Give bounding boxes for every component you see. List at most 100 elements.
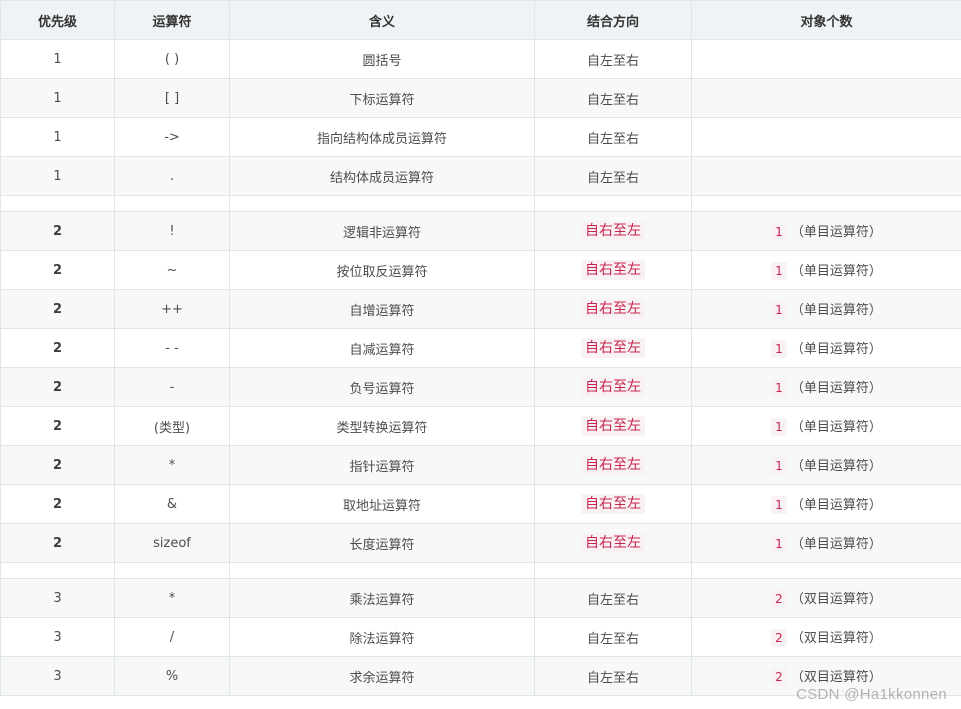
priority-cell: 1 [0, 78, 115, 118]
direction-text: 自右至左 [581, 221, 645, 241]
operand-count-number: 1 [771, 496, 787, 514]
direction-cell: 自左至右 [534, 617, 692, 657]
operator-cell: ++ [114, 289, 230, 329]
operand-count-number: 2 [771, 668, 787, 686]
meaning-cell: 自增运算符 [229, 289, 535, 329]
operand-count-label: （双目运算符） [790, 592, 882, 607]
direction-text: 自右至左 [581, 533, 645, 553]
operator-cell: - - [114, 328, 230, 368]
meaning-cell: 负号运算符 [229, 367, 535, 407]
priority-cell: 2 [0, 406, 115, 446]
priority-cell: 2 [0, 289, 115, 329]
operand-count-cell: 1 （单目运算符） [691, 523, 961, 563]
operand-count-label: （双目运算符） [790, 631, 882, 646]
direction-text: 自右至左 [581, 416, 645, 436]
operand-count-cell [691, 156, 961, 196]
table-row: 2! 逻辑非运算符 自右至左 1 （单目运算符） [0, 211, 961, 251]
header-meaning: 含义 [229, 0, 535, 40]
operand-count-cell: 2 （双目运算符） [691, 617, 961, 657]
table-row: 2- 负号运算符 自右至左 1 （单目运算符） [0, 367, 961, 407]
priority-cell: 2 [0, 367, 115, 407]
direction-cell: 自左至右 [534, 656, 692, 696]
direction-cell: 自左至右 [534, 578, 692, 618]
operand-count-cell: 1 （单目运算符） [691, 484, 961, 524]
operand-count-label: （单目运算符） [790, 420, 882, 435]
priority-cell: 1 [0, 117, 115, 157]
operand-count-cell: 1 （单目运算符） [691, 289, 961, 329]
operator-cell: -> [114, 117, 230, 157]
direction-text: 自左至右 [586, 170, 639, 186]
priority-cell: 3 [0, 617, 115, 657]
table-row: 2 ~ 按位取反运算符 自右至左 1 （单目运算符） [0, 250, 961, 290]
operand-count-label: （单目运算符） [790, 381, 882, 396]
meaning-cell: 求余运算符 [229, 656, 535, 696]
direction-text: 自右至左 [581, 377, 645, 397]
operand-count-number: 2 [771, 590, 787, 608]
priority-cell: 3 [0, 656, 115, 696]
direction-cell: 自左至右 [534, 78, 692, 118]
direction-text: 自左至右 [586, 592, 639, 608]
header-row: 优先级 运算符 含义 结合方向 对象个数 [0, 0, 961, 40]
direction-cell: 自左至右 [534, 39, 692, 79]
meaning-cell: 下标运算符 [229, 78, 535, 118]
priority-cell: 2 [0, 523, 115, 563]
header-operator: 运算符 [114, 0, 230, 40]
meaning-cell: 长度运算符 [229, 523, 535, 563]
operator-cell: sizeof [114, 523, 230, 563]
operator-cell: & [114, 484, 230, 524]
operator-cell: (类型) [114, 406, 230, 446]
operator-precedence-table: 优先级 运算符 含义 结合方向 对象个数 1( ) 圆括号 自左至右 1[ ] 下标运算… [0, 0, 961, 696]
operand-count-label: （单目运算符） [790, 459, 882, 474]
operator-cell: . [114, 156, 230, 196]
header-operand-count: 对象个数 [691, 0, 961, 40]
operand-count-label: （单目运算符） [790, 303, 882, 318]
operand-count-label: （单目运算符） [790, 225, 882, 240]
spacer-cell [114, 195, 230, 212]
operand-count-cell [691, 117, 961, 157]
operand-count-number: 1 [771, 379, 787, 397]
table-header: 优先级 运算符 含义 结合方向 对象个数 [0, 0, 961, 40]
spacer-cell [0, 562, 115, 579]
spacer-cell [0, 195, 115, 212]
direction-cell: 自右至左 [534, 523, 692, 563]
meaning-cell: 除法运算符 [229, 617, 535, 657]
table-row: 3/除法运算符 自左至右 2 （双目运算符） [0, 617, 961, 657]
operand-count-cell: 2 （双目运算符） [691, 578, 961, 618]
direction-text: 自右至左 [581, 338, 645, 358]
spacer-cell [691, 195, 961, 212]
operand-count-cell: 1 （单目运算符） [691, 445, 961, 485]
operand-count-number: 1 [771, 340, 787, 358]
meaning-cell: 结构体成员运算符 [229, 156, 535, 196]
operator-cell: ( ) [114, 39, 230, 79]
meaning-cell: 圆括号 [229, 39, 535, 79]
spacer-row [0, 195, 961, 212]
header-direction: 结合方向 [534, 0, 692, 40]
operand-count-number: 1 [771, 418, 787, 436]
direction-cell: 自右至左 [534, 406, 692, 446]
operator-cell: * [114, 445, 230, 485]
meaning-cell: 类型转换运算符 [229, 406, 535, 446]
direction-text: 自右至左 [581, 455, 645, 475]
table-row: 3% 求余运算符 自左至右 2 （双目运算符） [0, 656, 961, 696]
operand-count-number: 1 [771, 262, 787, 280]
spacer-cell [229, 195, 535, 212]
priority-cell: 2 [0, 445, 115, 485]
meaning-cell: 乘法运算符 [229, 578, 535, 618]
direction-cell: 自左至右 [534, 156, 692, 196]
table-row: 2 * 指针运算符 自右至左 1 （单目运算符） [0, 445, 961, 485]
spacer-cell [229, 562, 535, 579]
operand-count-cell: 1 （单目运算符） [691, 211, 961, 251]
table-row: 2 ++ 自增运算符 自右至左 1 （单目运算符） [0, 289, 961, 329]
operand-count-cell: 2 （双目运算符） [691, 656, 961, 696]
direction-cell: 自右至左 [534, 211, 692, 251]
direction-text: 自左至右 [586, 670, 639, 686]
priority-cell: 2 [0, 328, 115, 368]
operator-cell: / [114, 617, 230, 657]
spacer-cell [534, 562, 692, 579]
operand-count-cell [691, 39, 961, 79]
direction-text: 自右至左 [581, 299, 645, 319]
table-row: 3 * 乘法运算符 自左至右 2 （双目运算符） [0, 578, 961, 618]
operand-count-label: （单目运算符） [790, 537, 882, 552]
priority-cell: 2 [0, 211, 115, 251]
operand-count-number: 1 [771, 301, 787, 319]
